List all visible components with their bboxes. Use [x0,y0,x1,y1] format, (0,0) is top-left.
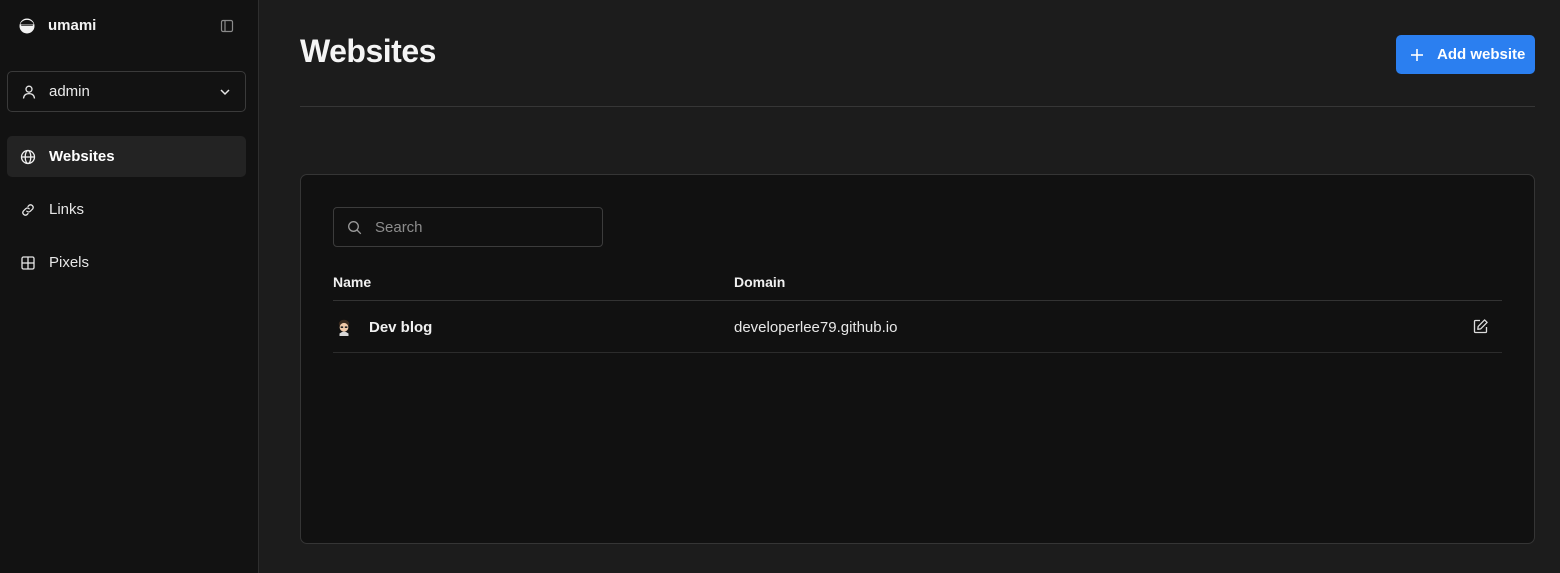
app-name: umami [48,17,97,34]
add-website-button[interactable]: Add website [1396,35,1535,74]
user-icon [22,85,36,99]
account-label: admin [49,83,90,100]
sidebar-item-links[interactable]: Links [7,189,246,230]
search-box[interactable] [333,207,603,247]
website-domain: developerlee79.github.io [734,319,898,336]
page-title: Websites [300,33,436,69]
edit-icon[interactable] [1472,318,1489,335]
globe-icon [20,149,36,164]
main-content: Websites Add website Name Domain [259,0,1560,573]
websites-table: Name Domain Dev blog developerlee79.gith… [333,273,1502,353]
grid-icon [21,255,35,270]
website-name[interactable]: Dev blog [369,319,432,336]
brand[interactable]: umami [19,17,96,34]
sidebar-item-pixels[interactable]: Pixels [7,242,246,283]
sidebar-item-label: Websites [49,148,115,165]
column-header-name: Name [333,274,372,290]
chevron-down-icon [220,88,230,95]
plus-icon [1411,48,1423,61]
sidebar-nav: Websites Links Pixels [7,136,246,295]
sidebar-item-label: Pixels [49,254,90,271]
table-header: Name Domain [333,273,1502,301]
search-input[interactable] [375,218,595,236]
umami-logo-icon [19,18,35,33]
sidebar: umami admin Websites Links Pixels [0,0,259,573]
sidebar-item-label: Links [49,201,85,218]
column-header-domain: Domain [734,274,786,290]
websites-panel: Name Domain Dev blog developerlee79.gith… [300,174,1535,544]
table-row[interactable]: Dev blog developerlee79.github.io [333,301,1502,353]
link-icon [22,203,34,216]
account-selector[interactable]: admin [7,71,246,112]
sidebar-item-websites[interactable]: Websites [7,136,246,177]
cartoon-avatar-icon [338,319,350,336]
sidebar-toggle-icon[interactable] [220,19,234,33]
search-icon [348,220,362,234]
app-root: umami admin Websites Links Pixels Websit… [0,0,1560,573]
add-website-label: Add website [1437,46,1526,63]
header-divider [300,106,1535,107]
